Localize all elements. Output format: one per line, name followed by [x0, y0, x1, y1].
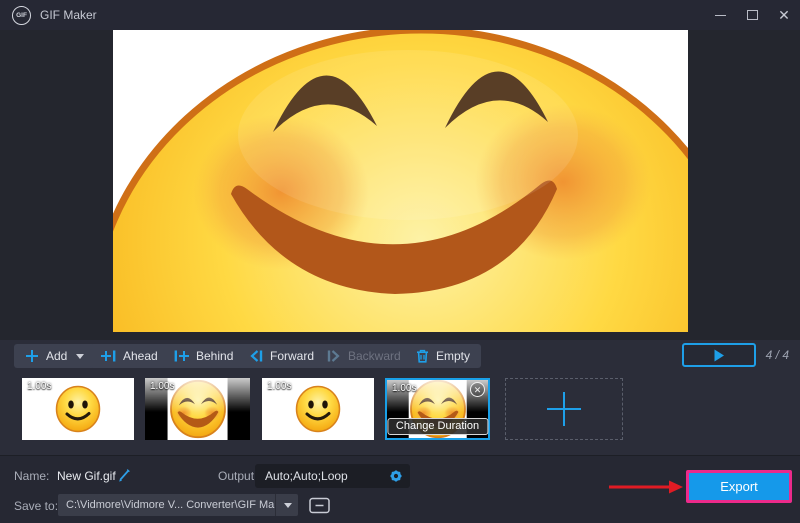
settings-panel: Name: New Gif.gif Output: Auto;Auto;Loop… [0, 455, 800, 523]
export-button-label: Export [720, 479, 758, 494]
chevron-left-bar-icon [249, 349, 263, 363]
smiley-preview-image [113, 30, 688, 332]
smiley-open-eyes-thumbnail [53, 384, 103, 434]
forward-button[interactable]: Forward [238, 344, 325, 368]
name-label: Name: [14, 469, 49, 483]
smiley-open-eyes-thumbnail [293, 384, 343, 434]
maximize-icon [747, 10, 758, 20]
save-to-label: Save to: [14, 499, 58, 513]
output-value: Auto;Auto;Loop [265, 469, 388, 483]
plus-bar-icon [101, 349, 116, 363]
output-field[interactable]: Auto;Auto;Loop [255, 464, 410, 488]
smiley-closed-eyes-thumbnail [168, 379, 228, 439]
frame-counter: 4 / 4 [766, 348, 789, 362]
save-path-dropdown[interactable]: C:\Vidmore\Vidmore V... Converter\GIF Ma… [58, 494, 298, 516]
frame-close-button[interactable]: ✕ [470, 382, 485, 397]
timeline-frame-3[interactable]: 1.00s [262, 378, 374, 440]
plus-icon [25, 349, 39, 363]
annotation-arrow [608, 479, 684, 495]
behind-button[interactable]: Behind [163, 344, 244, 368]
close-button[interactable]: ✕ [768, 0, 800, 30]
backward-button-label: Backward [348, 349, 401, 363]
bar-chevron-right-icon [327, 349, 341, 363]
preview-canvas [113, 30, 688, 332]
open-folder-button[interactable] [306, 495, 332, 515]
chevron-down-icon[interactable] [276, 503, 298, 508]
backward-button: Backward [316, 344, 412, 368]
ahead-button[interactable]: Ahead [90, 344, 169, 368]
gear-icon[interactable] [388, 468, 404, 484]
add-button[interactable]: Add [14, 344, 95, 368]
plus-icon [546, 390, 582, 428]
forward-button-label: Forward [270, 349, 314, 363]
bar-plus-icon [174, 349, 189, 363]
play-button[interactable] [682, 343, 756, 367]
output-label: Output: [218, 469, 257, 483]
minimize-icon [715, 15, 726, 16]
maximize-button[interactable] [736, 0, 768, 30]
frame-duration: 1.00s [27, 381, 51, 392]
trash-icon [416, 349, 429, 363]
add-frame-button[interactable] [505, 378, 623, 440]
edit-name-pencil-icon[interactable] [116, 468, 131, 483]
window-title: GIF Maker [40, 8, 97, 22]
change-duration-button[interactable]: Change Duration [387, 418, 488, 435]
ahead-button-label: Ahead [123, 349, 158, 363]
close-icon: ✕ [778, 8, 790, 22]
frame-duration: 1.00s [392, 383, 416, 394]
behind-button-label: Behind [196, 349, 233, 363]
play-icon [713, 349, 725, 362]
frame-duration: 1.00s [267, 381, 291, 392]
gif-maker-window: GIF GIF Maker ✕ Add [0, 0, 800, 523]
empty-button[interactable]: Empty [405, 344, 481, 368]
frame-duration: 1.00s [150, 381, 174, 392]
timeline-frame-1[interactable]: 1.00s [22, 378, 134, 440]
window-controls: ✕ [704, 0, 800, 30]
name-value: New Gif.gif [57, 469, 116, 483]
close-icon: ✕ [474, 385, 482, 395]
empty-button-label: Empty [436, 349, 470, 363]
timeline-frame-4-selected[interactable]: 1.00s ✕ Change Duration [385, 378, 490, 440]
add-button-label: Add [46, 349, 67, 363]
export-button[interactable]: Export [686, 470, 792, 503]
timeline: 1.00s 1.00s 1.00s 1.00s ✕ Change Duratio… [0, 372, 800, 452]
preview-area [0, 30, 800, 340]
timeline-frame-2[interactable]: 1.00s [145, 378, 250, 440]
chevron-down-icon [76, 354, 84, 359]
titlebar: GIF GIF Maker ✕ [0, 0, 800, 30]
toolbar: Add Ahead Behind Forward Backward Empty [0, 342, 800, 372]
folder-icon [309, 497, 330, 514]
gif-logo-icon: GIF [12, 6, 31, 25]
minimize-button[interactable] [704, 0, 736, 30]
save-path-value: C:\Vidmore\Vidmore V... Converter\GIF Ma… [58, 499, 275, 511]
